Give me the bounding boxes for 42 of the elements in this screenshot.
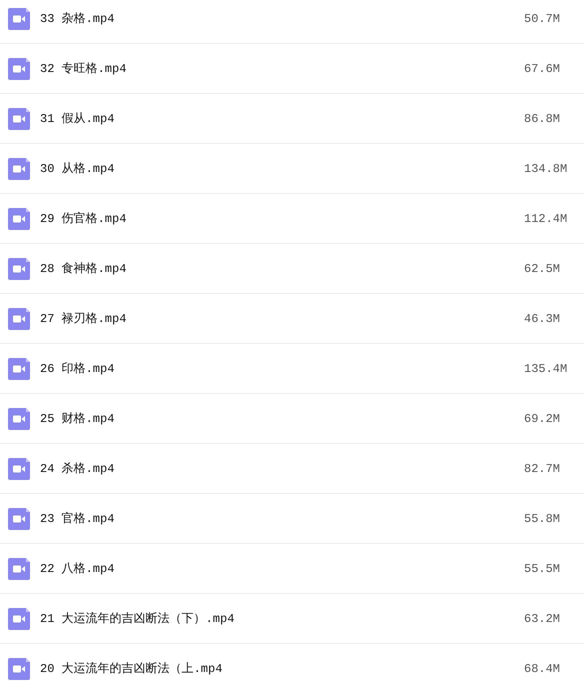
file-name: 31 假从.mp4 [40, 111, 116, 127]
file-size: 69.2M [524, 412, 562, 426]
video-file-icon [8, 508, 30, 530]
video-file-icon [8, 308, 30, 330]
file-name: 22 八格.mp4 [40, 561, 116, 577]
file-size: 67.6M [524, 62, 562, 76]
file-size: 55.8M [524, 512, 562, 526]
file-size: 62.5M [524, 262, 562, 276]
video-file-icon [8, 658, 30, 680]
video-file-icon [8, 608, 30, 630]
file-size: 82.7M [524, 462, 562, 476]
file-name: 32 专旺格.mp4 [40, 61, 128, 77]
video-file-icon [8, 258, 30, 280]
video-file-icon [8, 8, 30, 30]
file-size: 112.4M [524, 212, 568, 226]
file-size: 86.8M [524, 112, 562, 126]
video-file-icon [8, 558, 30, 580]
file-name: 21 大运流年的吉凶断法（下）.mp4 [40, 611, 236, 627]
file-name: 20 大运流年的吉凶断法（上.mp4 [40, 661, 224, 677]
file-name: 29 伤官格.mp4 [40, 211, 128, 227]
file-name: 23 官格.mp4 [40, 511, 116, 527]
file-name: 24 杀格.mp4 [40, 461, 116, 477]
video-file-icon [8, 408, 30, 430]
file-size: 134.8M [524, 162, 568, 176]
file-name: 26 印格.mp4 [40, 361, 116, 377]
file-name: 25 财格.mp4 [40, 411, 116, 427]
video-file-icon [8, 108, 30, 130]
file-size: 46.3M [524, 312, 562, 326]
video-file-icon [8, 458, 30, 480]
video-file-icon [8, 208, 30, 230]
file-size: 63.2M [524, 612, 562, 626]
file-size: 68.4M [524, 662, 562, 676]
video-file-icon [8, 158, 30, 180]
file-name: 28 食神格.mp4 [40, 261, 128, 277]
video-file-icon [8, 358, 30, 380]
file-size: 135.4M [524, 362, 568, 376]
file-size: 55.5M [524, 562, 562, 576]
file-name: 33 杂格.mp4 [40, 11, 116, 27]
file-size: 50.7M [524, 12, 562, 26]
file-name: 30 从格.mp4 [40, 161, 116, 177]
video-file-icon [8, 58, 30, 80]
file-name: 27 禄刃格.mp4 [40, 311, 128, 327]
